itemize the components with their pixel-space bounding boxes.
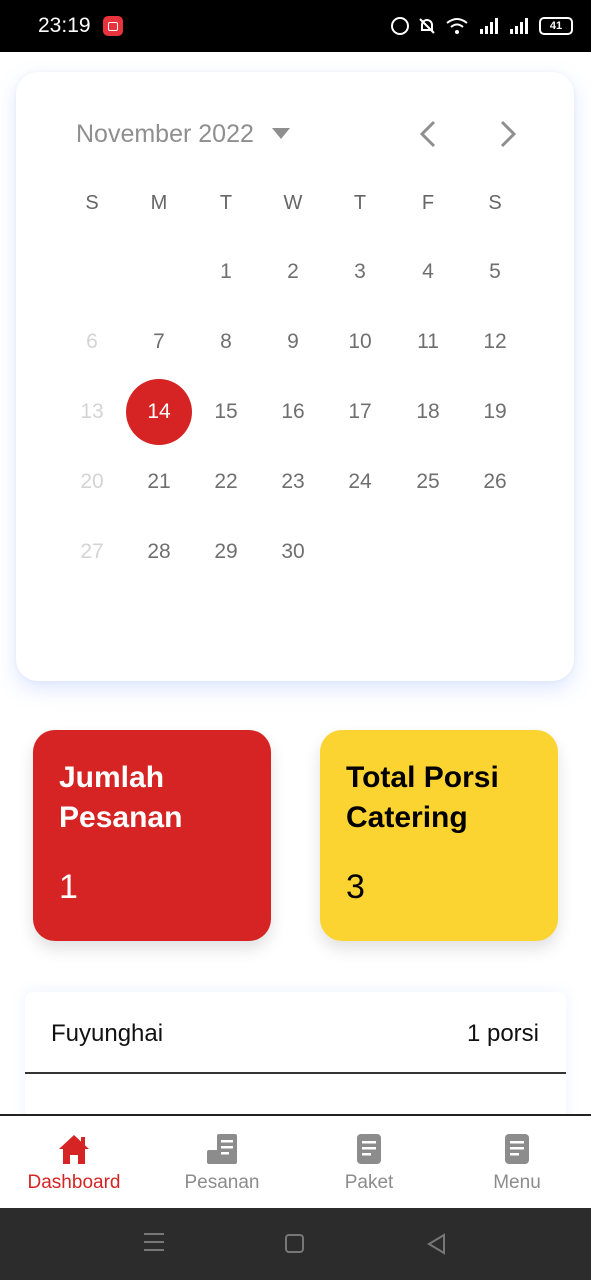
home-button[interactable] bbox=[285, 1234, 304, 1253]
dropdown-arrow-icon[interactable] bbox=[272, 128, 290, 139]
bottom-nav: Dashboard Pesanan Paket Menu bbox=[0, 1114, 591, 1208]
calendar-day[interactable]: 2 bbox=[260, 239, 326, 305]
weekday-label: S bbox=[488, 192, 502, 214]
home-icon bbox=[59, 1135, 89, 1164]
screen-record-icon bbox=[103, 16, 123, 36]
calendar-day[interactable]: 18 bbox=[395, 379, 461, 445]
list-item-name: Fuyunghai bbox=[51, 1020, 164, 1047]
calendar-day[interactable]: 26 bbox=[462, 449, 528, 515]
nav-item-dashboard[interactable]: Dashboard bbox=[0, 1116, 148, 1208]
calendar-day-selected[interactable]: 14 bbox=[126, 379, 192, 445]
calendar-day[interactable]: 8 bbox=[193, 309, 259, 375]
nav-item-paket[interactable]: Paket bbox=[295, 1116, 443, 1208]
calendar-day[interactable]: 7 bbox=[126, 309, 192, 375]
nav-item-pesanan[interactable]: Pesanan bbox=[148, 1116, 296, 1208]
portions-total-card[interactable]: Total Porsi Catering 3 bbox=[320, 730, 558, 941]
list-item[interactable]: Fuyunghai 1 porsi bbox=[25, 992, 566, 1074]
orders-count-card[interactable]: Jumlah Pesanan 1 bbox=[33, 730, 271, 941]
calendar-card: November 2022 SMTWTFS 1 2 3 4 5 6 7 8 9 10 11 12 13 1… bbox=[16, 72, 574, 681]
calendar-day[interactable]: 20 bbox=[59, 449, 125, 515]
calendar-day[interactable]: 13 bbox=[59, 379, 125, 445]
calendar-day[interactable]: 3 bbox=[327, 239, 393, 305]
month-selector[interactable]: November 2022 bbox=[76, 120, 254, 149]
calendar-day[interactable]: 29 bbox=[193, 519, 259, 585]
nav-label-paket: Paket bbox=[344, 1172, 394, 1193]
calendar-day[interactable]: 17 bbox=[327, 379, 393, 445]
document-icon bbox=[357, 1134, 381, 1164]
calendar-day[interactable]: 23 bbox=[260, 449, 326, 515]
calendar-day[interactable]: 9 bbox=[260, 309, 326, 375]
calendar-day[interactable]: 6 bbox=[59, 309, 125, 375]
calendar-day[interactable]: 12 bbox=[462, 309, 528, 375]
calendar-day[interactable]: 16 bbox=[260, 379, 326, 445]
nav-label-dashboard: Dashboard bbox=[27, 1172, 121, 1193]
chevron-right-icon bbox=[500, 120, 517, 148]
document-icon bbox=[505, 1134, 529, 1164]
calendar-day[interactable]: 27 bbox=[59, 519, 125, 585]
signal-icon bbox=[509, 17, 529, 35]
recent-apps-button[interactable] bbox=[144, 1233, 164, 1253]
calendar-day[interactable]: 24 bbox=[327, 449, 393, 515]
prev-month-button[interactable] bbox=[412, 116, 448, 152]
calendar-day[interactable]: 10 bbox=[327, 309, 393, 375]
calendar-day[interactable]: 22 bbox=[193, 449, 259, 515]
weekday-label: T bbox=[353, 192, 367, 214]
orders-count-value: 1 bbox=[59, 868, 78, 906]
weekday-label: M bbox=[150, 192, 168, 214]
nav-label-pesanan: Pesanan bbox=[184, 1172, 260, 1193]
weekday-label: F bbox=[421, 192, 435, 214]
next-month-button[interactable] bbox=[490, 116, 526, 152]
nav-label-menu: Menu bbox=[493, 1172, 541, 1193]
calendar-day[interactable]: 15 bbox=[193, 379, 259, 445]
wifi-icon bbox=[445, 17, 469, 35]
calendar-day[interactable]: 28 bbox=[126, 519, 192, 585]
alarm-icon bbox=[391, 17, 409, 35]
status-icons: 41 bbox=[391, 14, 573, 38]
calendar-day[interactable]: 5 bbox=[462, 239, 528, 305]
portions-total-value: 3 bbox=[346, 868, 365, 906]
nav-item-menu[interactable]: Menu bbox=[443, 1116, 591, 1208]
system-nav-bar bbox=[0, 1208, 591, 1280]
calendar-day[interactable]: 19 bbox=[462, 379, 528, 445]
weekday-label: S bbox=[85, 192, 99, 214]
calendar-day[interactable]: 4 bbox=[395, 239, 461, 305]
receipt-icon bbox=[207, 1134, 237, 1164]
calendar-day[interactable]: 1 bbox=[193, 239, 259, 305]
mute-icon bbox=[419, 17, 435, 35]
weekday-label: W bbox=[283, 192, 303, 214]
list-item-qty: 1 porsi bbox=[466, 1020, 539, 1047]
weekday-label: T bbox=[219, 192, 233, 214]
chevron-left-icon bbox=[419, 120, 436, 148]
order-list: Fuyunghai 1 porsi bbox=[25, 992, 566, 1122]
calendar-day[interactable]: 30 bbox=[260, 519, 326, 585]
calendar-day[interactable]: 11 bbox=[395, 309, 461, 375]
portions-total-title: Total Porsi Catering bbox=[346, 761, 499, 834]
calendar-day[interactable]: 21 bbox=[126, 449, 192, 515]
signal-icon bbox=[479, 17, 499, 35]
status-time: 23:19 bbox=[38, 14, 91, 37]
calendar-day[interactable]: 25 bbox=[395, 449, 461, 515]
battery-icon: 41 bbox=[539, 17, 573, 35]
back-button[interactable] bbox=[426, 1233, 446, 1255]
orders-count-title: Jumlah Pesanan bbox=[59, 761, 183, 834]
status-bar: 23:19 41 bbox=[0, 0, 591, 52]
